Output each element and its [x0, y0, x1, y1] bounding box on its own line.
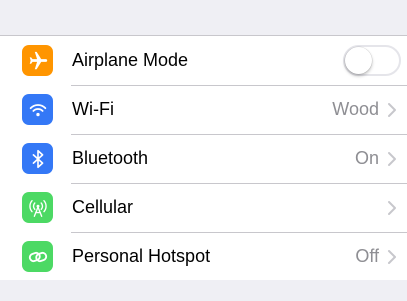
chevron-right-icon	[388, 201, 396, 215]
bluetooth-label: Bluetooth	[72, 148, 149, 168]
wifi-icon	[22, 94, 53, 125]
toggle-knob	[345, 47, 372, 74]
airplane-mode-label: Airplane Mode	[72, 50, 189, 70]
airplane-mode-row[interactable]: Airplane Mode	[0, 36, 407, 85]
settings-group: Airplane Mode Wi-Fi Wood Bluetooth On Ce…	[0, 35, 407, 282]
wifi-label: Wi-Fi	[72, 99, 114, 119]
wifi-row[interactable]: Wi-Fi Wood	[0, 85, 407, 134]
personal-hotspot-label: Personal Hotspot	[72, 246, 211, 266]
chevron-right-icon	[388, 152, 396, 166]
cellular-row[interactable]: Cellular	[0, 183, 407, 232]
cellular-label: Cellular	[72, 197, 134, 217]
bluetooth-status-value: On	[354, 148, 379, 168]
airplane-mode-toggle[interactable]	[343, 45, 401, 76]
chevron-right-icon	[388, 103, 396, 117]
wifi-network-value: Wood	[332, 99, 379, 119]
bluetooth-icon	[22, 143, 53, 174]
bluetooth-row[interactable]: Bluetooth On	[0, 134, 407, 183]
hotspot-status-value: Off	[355, 246, 379, 266]
hotspot-icon	[22, 241, 53, 272]
bottom-background	[0, 280, 407, 301]
airplane-icon	[22, 45, 53, 76]
personal-hotspot-row[interactable]: Personal Hotspot Off	[0, 232, 407, 281]
chevron-right-icon	[388, 250, 396, 264]
cellular-icon	[22, 192, 53, 223]
